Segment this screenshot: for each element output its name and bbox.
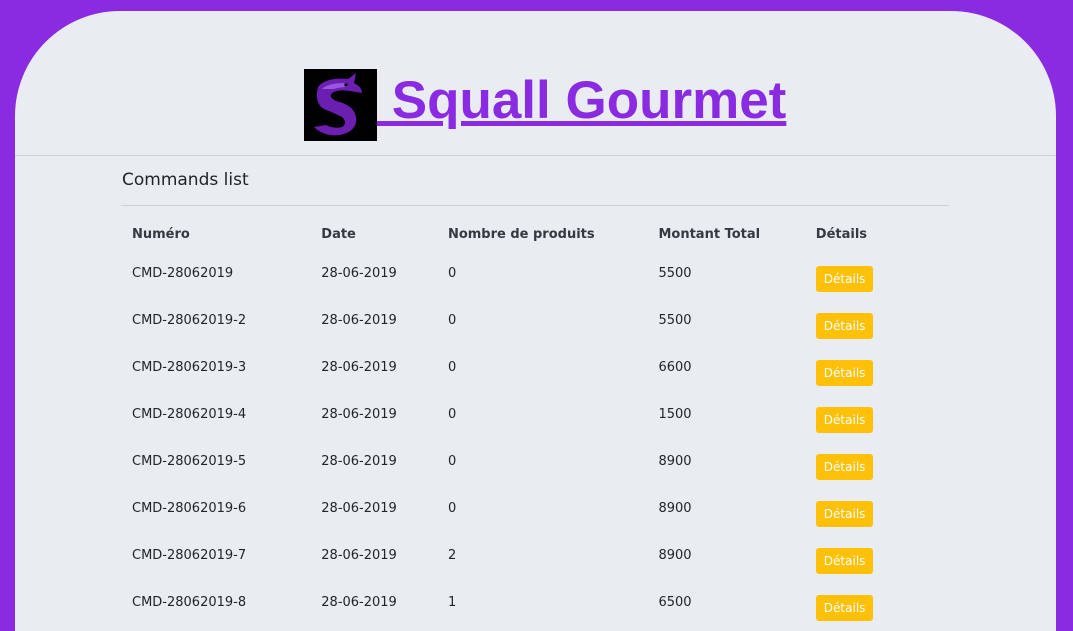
details-button[interactable]: Détails	[815, 360, 874, 386]
cell-numero: CMD-28062019-8	[132, 595, 247, 610]
cell-details: Détails	[805, 255, 949, 302]
details-button[interactable]: Détails	[815, 595, 874, 621]
table-row: CMD-28062019-3 28-06-2019 0 6600 Détails	[121, 349, 949, 396]
table-row: CMD-28062019-5 28-06-2019 0 8900 Détails	[121, 443, 949, 490]
details-button[interactable]: Détails	[815, 407, 874, 433]
details-button[interactable]: Détails	[815, 454, 874, 480]
cell-date: 28-06-2019	[321, 266, 397, 281]
cell-nombre: 0	[447, 266, 457, 281]
cell-montant: 1500	[658, 407, 692, 422]
cell-date: 28-06-2019	[321, 313, 397, 328]
table-header-row: Numéro Date Nombre de produits Montant T…	[121, 227, 949, 255]
page-panel: Squall Gourmet Commands list Numéro Date…	[15, 11, 1056, 631]
cell-date: 28-06-2019	[321, 501, 397, 516]
cell-details: Détails	[805, 537, 949, 584]
cell-details: Détails	[805, 349, 949, 396]
cell-date: 28-06-2019	[321, 407, 397, 422]
cell-date: 28-06-2019	[321, 595, 397, 610]
title-divider	[121, 205, 949, 206]
cell-nombre: 0	[447, 454, 457, 469]
cell-nombre: 1	[447, 595, 457, 610]
cell-montant: 6600	[658, 360, 692, 375]
section-title: Commands list	[122, 170, 249, 190]
cell-numero: CMD-28062019-3	[132, 360, 247, 375]
cell-numero: CMD-28062019-7	[132, 548, 247, 563]
table-row: CMD-28062019-4 28-06-2019 0 1500 Détails	[121, 396, 949, 443]
header-date: Date	[321, 227, 356, 242]
cell-montant: 8900	[658, 548, 692, 563]
cell-date: 28-06-2019	[321, 360, 397, 375]
table-row: CMD-28062019-2 28-06-2019 0 5500 Détails	[121, 302, 949, 349]
details-button[interactable]: Détails	[815, 548, 874, 574]
details-button[interactable]: Détails	[815, 501, 874, 527]
cell-montant: 5500	[658, 266, 692, 281]
cell-date: 28-06-2019	[321, 548, 397, 563]
cell-nombre: 0	[447, 501, 457, 516]
cell-details: Détails	[805, 302, 949, 349]
details-button[interactable]: Détails	[815, 266, 874, 292]
header-numero: Numéro	[132, 227, 190, 242]
cell-numero: CMD-28062019-4	[132, 407, 247, 422]
table-row: CMD-28062019-7 28-06-2019 2 8900 Détails	[121, 537, 949, 584]
table-row: CMD-28062019-8 28-06-2019 1 6500 Détails	[121, 584, 949, 631]
details-button[interactable]: Détails	[815, 313, 874, 339]
header-montant-total: Montant Total	[658, 227, 761, 242]
cell-details: Détails	[805, 490, 949, 537]
cell-numero: CMD-28062019	[132, 266, 234, 281]
brand-link[interactable]: Squall Gourmet	[304, 69, 786, 141]
table-row: CMD-28062019 28-06-2019 0 5500 Détails	[121, 255, 949, 302]
header-nombre-produits: Nombre de produits	[447, 227, 595, 242]
cell-nombre: 0	[447, 360, 457, 375]
brand-header: Squall Gourmet	[15, 11, 1056, 156]
commands-table: Numéro Date Nombre de produits Montant T…	[121, 227, 949, 631]
cell-montant: 5500	[658, 313, 692, 328]
cell-details: Détails	[805, 396, 949, 443]
cell-details: Détails	[805, 443, 949, 490]
cell-numero: CMD-28062019-6	[132, 501, 247, 516]
cell-montant: 6500	[658, 595, 692, 610]
cell-nombre: 0	[447, 313, 457, 328]
brand-title: Squall Gourmet	[377, 71, 787, 130]
cell-montant: 8900	[658, 501, 692, 516]
cell-details: Détails	[805, 584, 949, 631]
cell-numero: CMD-28062019-5	[132, 454, 247, 469]
cell-nombre: 2	[447, 548, 457, 563]
cell-montant: 8900	[658, 454, 692, 469]
cell-numero: CMD-28062019-2	[132, 313, 247, 328]
cell-date: 28-06-2019	[321, 454, 397, 469]
table-row: CMD-28062019-6 28-06-2019 0 8900 Détails	[121, 490, 949, 537]
shark-logo-icon	[304, 69, 377, 141]
cell-nombre: 0	[447, 407, 457, 422]
header-details: Détails	[815, 227, 868, 242]
